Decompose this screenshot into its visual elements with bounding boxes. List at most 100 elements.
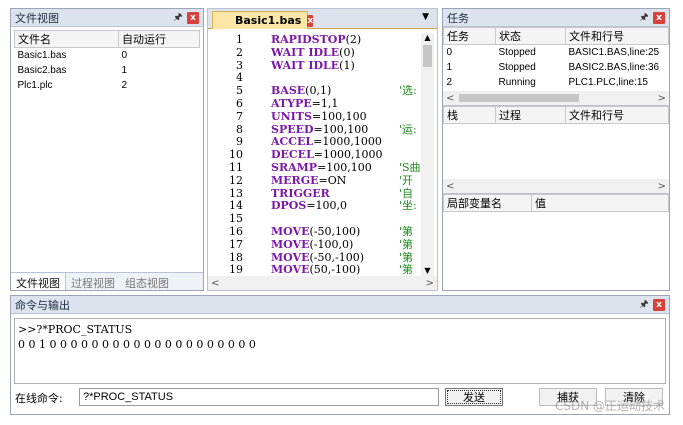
code-text: WAIT IDLE(1) xyxy=(271,58,355,72)
column-header-filename[interactable]: 文件名 xyxy=(14,30,119,48)
close-icon[interactable]: x xyxy=(307,14,314,27)
code-line: 10 DECEL=1000,1000 xyxy=(211,148,422,161)
command-input-label: 在线命令: xyxy=(15,392,63,405)
tab-process-view[interactable]: 过程视图 xyxy=(66,273,120,290)
command-panel: 命令与输出 🖈 x >>?*PROC_STATUS 0 0 1 0 0 0 0 … xyxy=(10,295,670,415)
file-auto: 2 xyxy=(121,79,128,91)
scroll-thumb[interactable] xyxy=(423,45,432,67)
send-button[interactable]: 发送 xyxy=(445,388,503,406)
table-row[interactable]: 0 Stopped BASIC1.BAS,line:25 xyxy=(444,45,669,60)
file-view-titlebar: 文件视图 🖈 x xyxy=(11,9,203,27)
pin-icon[interactable]: 🖈 xyxy=(172,12,184,24)
horizontal-scrollbar[interactable]: < > xyxy=(208,276,437,290)
code-line: 9 ACCEL=1000,1000 xyxy=(211,135,422,148)
code-text: MOVE(-50,100) xyxy=(271,225,361,238)
scroll-right-icon[interactable]: > xyxy=(426,278,437,289)
line-number: 4 xyxy=(236,71,243,85)
line-number: 11 xyxy=(229,161,243,174)
code-text: SRAMP=100,100 xyxy=(271,161,372,174)
line-number: 5 xyxy=(236,84,243,98)
table-row[interactable]: Plc1.plc 2 xyxy=(15,78,200,93)
line-number: 8 xyxy=(236,122,243,136)
code-line: 17 MOVE(-100,0) '第 xyxy=(211,238,422,251)
close-icon[interactable]: x xyxy=(653,298,665,311)
code-comment: '第 xyxy=(399,225,414,238)
column-header-process[interactable]: 过程 xyxy=(495,106,566,124)
scroll-down-icon[interactable]: ▼ xyxy=(421,266,434,275)
scroll-up-icon[interactable]: ▲ xyxy=(421,33,434,43)
column-header-autorun[interactable]: 自动运行 xyxy=(118,30,200,48)
line-number: 14 xyxy=(229,199,243,213)
scroll-right-icon[interactable]: > xyxy=(658,181,669,192)
output-line: 0 0 1 0 0 0 0 0 0 0 0 0 0 0 0 0 0 0 0 0 … xyxy=(18,338,256,351)
file-name[interactable]: Basic2.bas xyxy=(15,63,119,78)
code-comment: '选: xyxy=(399,84,417,98)
code-text: DPOS=100,0 xyxy=(271,199,348,213)
output-line: >>?*PROC_STATUS xyxy=(18,323,133,336)
line-number: 15 xyxy=(229,212,243,226)
table-row[interactable]: Basic1.bas 0 xyxy=(15,48,200,63)
pin-icon[interactable]: 🖈 xyxy=(638,299,650,311)
stack-table: 栈 过程 文件和行号 xyxy=(443,106,669,124)
tab-config-view[interactable]: 组态视图 xyxy=(120,273,174,290)
task-list: 任务 状态 文件和行号 0 Stopped BASIC1.BAS,line:25… xyxy=(443,27,669,105)
horizontal-scrollbar[interactable]: < > xyxy=(443,91,669,105)
table-row[interactable]: Basic2.bas 1 xyxy=(15,63,200,78)
command-input[interactable] xyxy=(79,388,439,406)
line-number: 1 xyxy=(236,33,243,46)
command-titlebar: 命令与输出 🖈 x xyxy=(11,296,669,314)
column-header-file-line[interactable]: 文件和行号 xyxy=(565,27,669,45)
close-icon[interactable]: x xyxy=(187,11,199,24)
vertical-scrollbar[interactable]: ▲ ▼ xyxy=(421,33,434,277)
task-table: 任务 状态 文件和行号 0 Stopped BASIC1.BAS,line:25… xyxy=(443,27,669,90)
code-line: 15 xyxy=(211,212,422,225)
scroll-left-icon[interactable]: < xyxy=(443,93,454,104)
code-comment: '第 xyxy=(399,250,414,264)
code-text: DECEL=1000,1000 xyxy=(271,148,383,162)
output-area[interactable]: >>?*PROC_STATUS 0 0 1 0 0 0 0 0 0 0 0 0 … xyxy=(14,318,666,384)
file-view-panel: 文件视图 🖈 x 文件名 自动运行 Basic1.bas 0 Basic2.ba… xyxy=(10,8,204,291)
table-row[interactable]: 2 Running PLC1.PLC,line:15 xyxy=(444,75,669,90)
scroll-left-icon[interactable]: < xyxy=(208,278,219,289)
code-area[interactable]: 1 RAPIDSTOP(2) 2 WAIT IDLE(0) 3 WAIT IDLE(1) 4… xyxy=(211,33,422,277)
column-header-file-line[interactable]: 文件和行号 xyxy=(565,106,669,124)
code-text: SPEED=100,100 xyxy=(271,122,369,136)
code-line: 19 MOVE(50,-100) '第 xyxy=(211,263,422,276)
code-text: ATYPE=1,1 xyxy=(271,97,339,110)
file-auto: 0 xyxy=(121,49,128,61)
code-line: 1 RAPIDSTOP(2) xyxy=(211,33,422,46)
file-panel-tabs: 文件视图 过程视图 组态视图 xyxy=(11,272,203,290)
code-text: MERGE=ON xyxy=(271,173,347,187)
horizontal-scrollbar[interactable]: < > xyxy=(443,179,669,193)
pin-icon[interactable]: 🖈 xyxy=(638,12,650,24)
column-header-task[interactable]: 任务 xyxy=(443,27,496,45)
code-text: BASE(0,1) xyxy=(271,84,332,98)
editor-tab[interactable]: Basic1.bas x xyxy=(212,11,314,29)
column-header-stack[interactable]: 栈 xyxy=(443,106,496,124)
scroll-right-icon[interactable]: > xyxy=(658,93,669,104)
code-text: UNITS=100,100 xyxy=(271,109,367,123)
file-table: 文件名 自动运行 Basic1.bas 0 Basic2.bas 1 Plc1.… xyxy=(14,30,200,93)
tab-file-view[interactable]: 文件视图 xyxy=(11,273,66,290)
task-title: 任务 xyxy=(447,11,469,25)
task-status: Stopped xyxy=(498,61,536,73)
column-header-local-name[interactable]: 局部变量名 xyxy=(443,194,532,212)
scroll-thumb[interactable] xyxy=(459,94,579,102)
file-auto: 1 xyxy=(121,64,128,76)
chevron-down-icon[interactable]: ▼ xyxy=(422,12,429,22)
scroll-left-icon[interactable]: < xyxy=(443,181,454,192)
code-text: RAPIDSTOP(2) xyxy=(271,33,362,46)
code-text: MOVE(-100,0) xyxy=(271,237,354,251)
file-name[interactable]: Basic1.bas xyxy=(15,48,119,63)
code-comment: '运: xyxy=(399,122,417,136)
line-number: 18 xyxy=(229,250,243,264)
file-name[interactable]: Plc1.plc xyxy=(15,78,119,93)
editor-panel: Basic1.bas x ▼ 1 RAPIDSTOP(2) 2 WAIT IDLE(0… xyxy=(207,8,438,291)
code-line: 4 xyxy=(211,71,422,84)
close-icon[interactable]: x xyxy=(653,11,665,24)
column-header-status[interactable]: 状态 xyxy=(495,27,566,45)
code-line: 18 MOVE(-50,-100) '第 xyxy=(211,251,422,264)
column-header-value[interactable]: 值 xyxy=(531,194,669,212)
table-row[interactable]: 1 Stopped BASIC2.BAS,line:36 xyxy=(444,60,669,75)
task-id: 2 xyxy=(446,76,453,88)
